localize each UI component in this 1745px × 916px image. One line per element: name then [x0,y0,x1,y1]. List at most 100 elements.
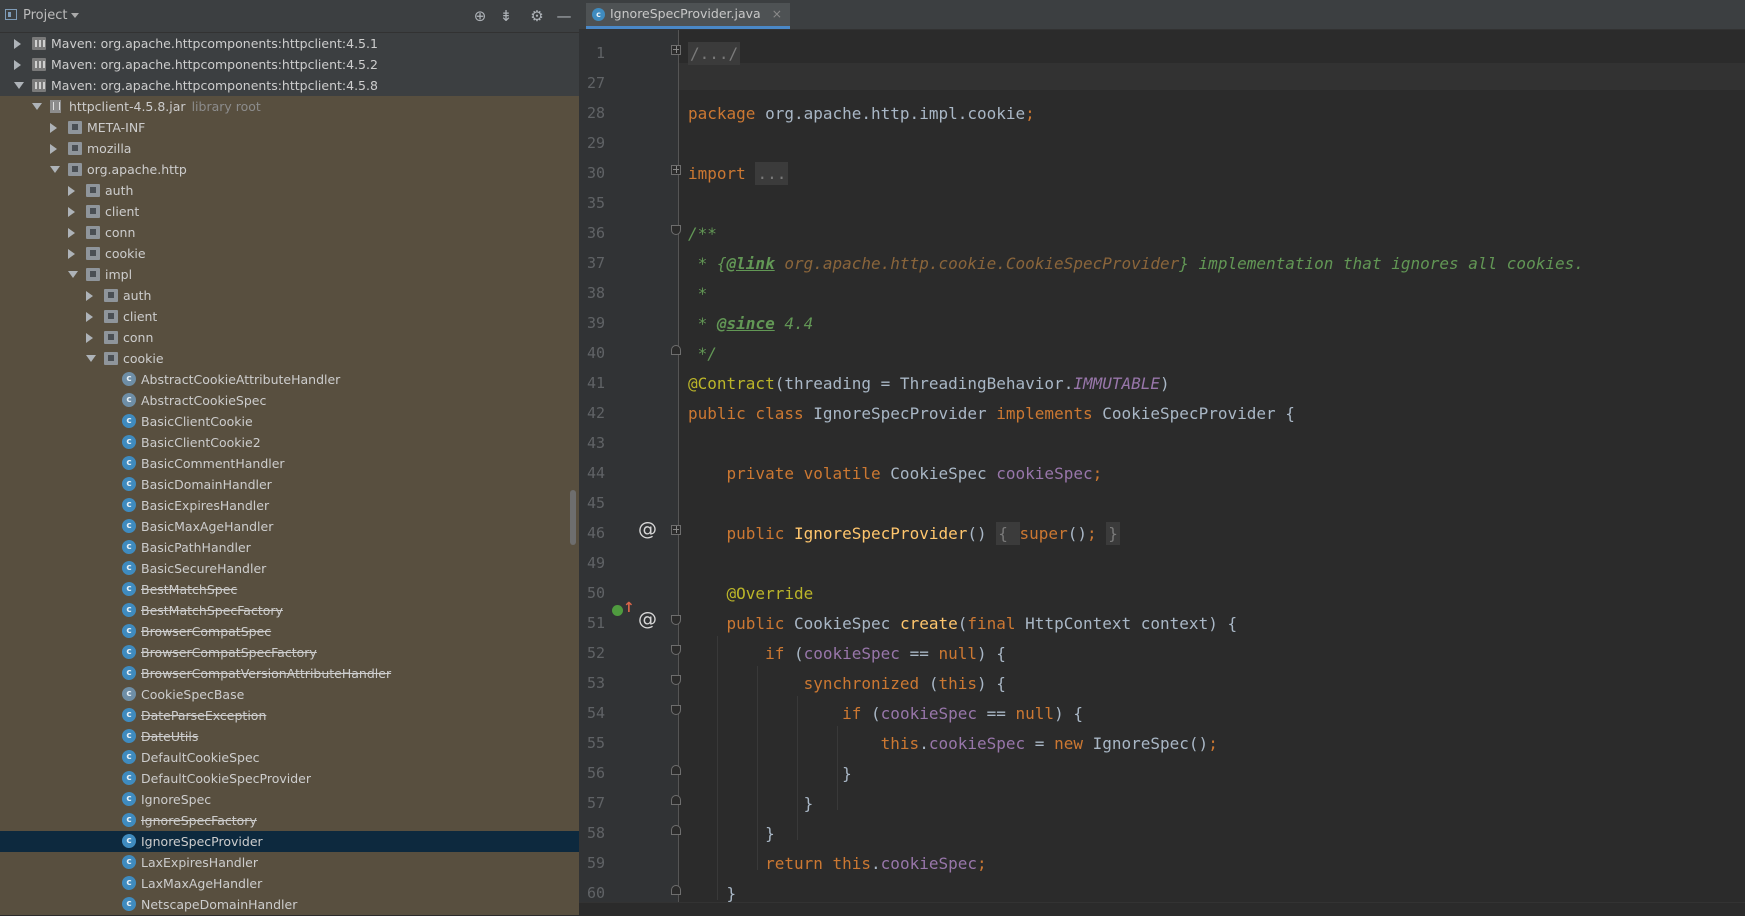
tree-item[interactable]: c BasicDomainHandler [0,474,579,495]
fold-marker-icon[interactable] [671,675,681,685]
tree-item[interactable]: c DefaultCookieSpec [0,747,579,768]
tree-item[interactable]: cookie [0,243,579,264]
code-line[interactable]: @Contract(threading = ThreadingBehavior.… [688,374,1170,394]
tree-item[interactable]: c BasicClientCookie2 [0,432,579,453]
code-line[interactable]: public class IgnoreSpecProvider implemen… [688,404,1295,424]
code-line[interactable]: if (cookieSpec == null) { [688,704,1083,724]
tree-item[interactable]: c IgnoreSpecProvider [0,831,579,852]
project-view-selector[interactable]: Project [23,8,67,23]
tree-item[interactable]: client [0,201,579,222]
fold-marker-icon[interactable] [671,645,681,655]
code-line[interactable]: return this.cookieSpec; [688,854,987,874]
tree-item[interactable]: c BrowserCompatVersionAttributeHandler [0,663,579,684]
at-icon[interactable]: @ [638,518,657,540]
tree-item[interactable]: client [0,306,579,327]
project-scrollbar[interactable] [570,490,576,545]
tree-item[interactable]: c IgnoreSpec [0,789,579,810]
expanded-arrow-icon[interactable] [50,166,60,173]
expand-fold-icon[interactable] [671,165,681,175]
code-line[interactable]: synchronized (this) { [688,674,1006,694]
tree-item[interactable]: conn [0,327,579,348]
minimize-icon[interactable]: — [554,6,574,26]
collapsed-arrow-icon[interactable] [86,312,93,322]
collapsed-arrow-icon[interactable] [68,207,75,217]
chevron-down-icon[interactable] [71,13,79,18]
expanded-arrow-icon[interactable] [32,103,42,110]
tree-item[interactable]: Maven: org.apache.httpcomponents:httpcli… [0,75,579,96]
code-line[interactable]: import ... [688,162,789,185]
horizontal-scrollbar[interactable] [579,902,1745,916]
code-line[interactable]: } [688,824,775,844]
tree-item[interactable]: c DefaultCookieSpecProvider [0,768,579,789]
tree-item[interactable]: Maven: org.apache.httpcomponents:httpcli… [0,54,579,75]
tree-item[interactable]: c BestMatchSpec [0,579,579,600]
at-icon[interactable]: @ [638,608,657,630]
code-line[interactable]: @Override [688,584,814,604]
collapsed-arrow-icon[interactable] [68,228,75,238]
tree-item[interactable]: c BasicCommentHandler [0,453,579,474]
tree-item[interactable]: c BasicClientCookie [0,411,579,432]
expanded-arrow-icon[interactable] [68,271,78,278]
fold-marker-icon[interactable] [671,345,681,355]
code-line[interactable]: * @since 4.4 [688,314,814,334]
expand-fold-icon[interactable] [671,525,681,535]
fold-marker-icon[interactable] [671,885,681,895]
expanded-arrow-icon[interactable] [86,355,96,362]
tree-item[interactable]: auth [0,285,579,306]
tree-item[interactable]: cookie [0,348,579,369]
tree-item[interactable]: mozilla [0,138,579,159]
tree-item[interactable]: c DateParseException [0,705,579,726]
code-line[interactable]: public CookieSpec create(final HttpConte… [688,614,1238,634]
code-line[interactable]: } [688,794,814,814]
collapsed-arrow-icon[interactable] [86,333,93,343]
fold-marker-icon[interactable] [671,765,681,775]
tree-item[interactable]: c DateUtils [0,726,579,747]
expand-fold-icon[interactable] [671,45,681,55]
fold-marker-icon[interactable] [671,615,681,625]
tree-item[interactable]: META-INF [0,117,579,138]
tree-item[interactable]: c BestMatchSpecFactory [0,600,579,621]
code-line[interactable]: /** [688,224,717,244]
tree-item[interactable]: c AbstractCookieAttributeHandler [0,369,579,390]
tree-item[interactable]: org.apache.http [0,159,579,180]
expanded-arrow-icon[interactable] [14,82,24,89]
close-icon[interactable]: × [772,6,782,21]
collapsed-arrow-icon[interactable] [14,60,21,70]
collapsed-arrow-icon[interactable] [86,291,93,301]
collapsed-arrow-icon[interactable] [50,144,57,154]
code-line[interactable]: public IgnoreSpecProvider() { super(); } [688,522,1120,545]
code-line[interactable]: * {@link org.apache.http.cookie.CookieSp… [688,254,1584,274]
tree-item[interactable]: c IgnoreSpecFactory [0,810,579,831]
collapse-icon[interactable]: ⇟ [496,6,516,26]
collapsed-arrow-icon[interactable] [68,249,75,259]
code-line[interactable]: private volatile CookieSpec cookieSpec; [688,464,1103,484]
override-up-icon[interactable]: ↑ [623,600,635,616]
tree-item[interactable]: c BrowserCompatSpecFactory [0,642,579,663]
tree-item[interactable]: conn [0,222,579,243]
tree-item[interactable]: auth [0,180,579,201]
editor-tab[interactable]: c IgnoreSpecProvider.java × [586,3,791,29]
tree-item[interactable]: c BasicPathHandler [0,537,579,558]
implements-icon[interactable] [612,605,623,616]
fold-marker-icon[interactable] [671,825,681,835]
code-line[interactable]: if (cookieSpec == null) { [688,644,1006,664]
tree-item[interactable]: c LaxMaxAgeHandler [0,873,579,894]
tree-item[interactable]: c BasicExpiresHandler [0,495,579,516]
tree-item[interactable]: c CookieSpecBase [0,684,579,705]
collapsed-arrow-icon[interactable] [50,123,57,133]
collapsed-arrow-icon[interactable] [68,186,75,196]
tree-item[interactable]: c BasicMaxAgeHandler [0,516,579,537]
tree-item[interactable]: impl [0,264,579,285]
collapsed-arrow-icon[interactable] [14,39,21,49]
fold-marker-icon[interactable] [671,795,681,805]
code-line[interactable]: package org.apache.http.impl.cookie; [688,104,1035,124]
tree-item[interactable]: c BrowserCompatSpec [0,621,579,642]
tree-item[interactable]: c BasicSecureHandler [0,558,579,579]
code-line[interactable]: * [688,284,708,304]
code-line[interactable]: /.../ [688,42,741,65]
code-line[interactable]: this.cookieSpec = new IgnoreSpec(); [688,734,1218,754]
gear-icon[interactable]: ⚙ [527,6,547,26]
code-line[interactable]: */ [688,344,717,364]
code-line[interactable]: } [688,884,737,904]
fold-marker-icon[interactable] [671,705,681,715]
